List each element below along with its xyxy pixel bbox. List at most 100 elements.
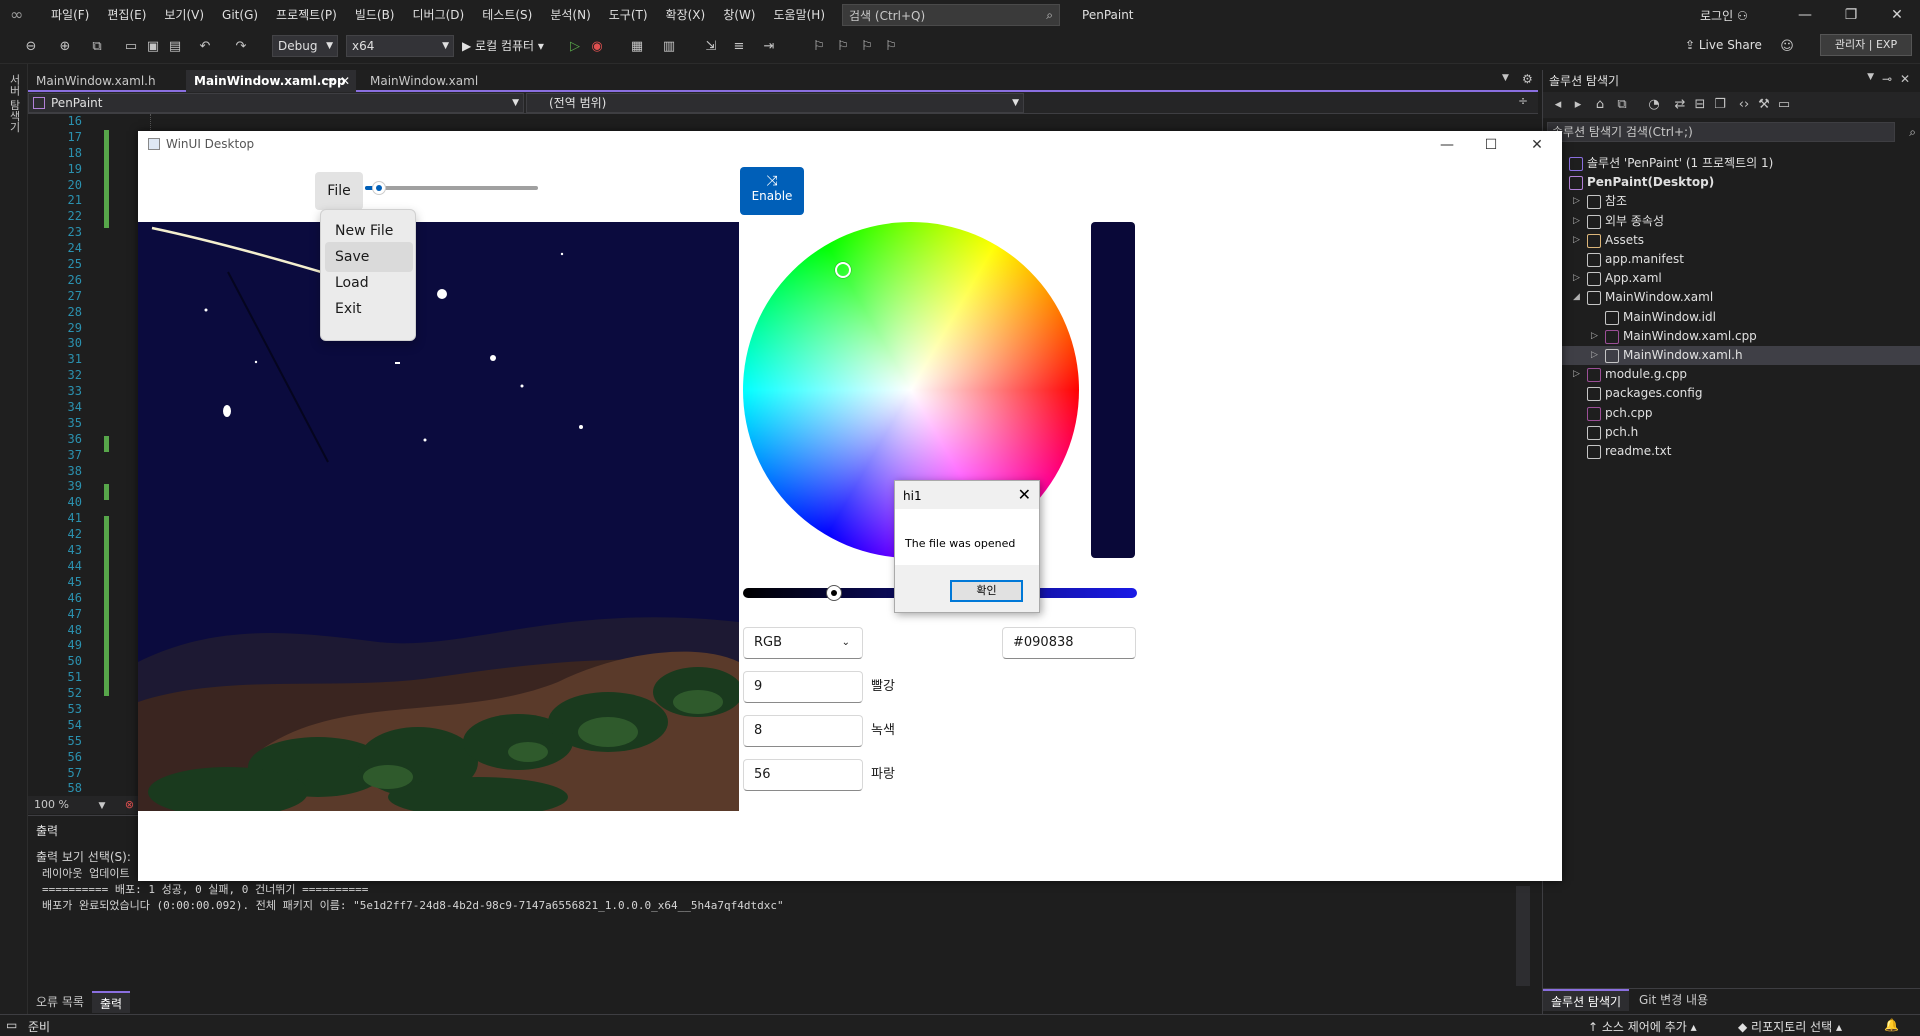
add-to-source-control-button[interactable]: ↑ 소스 제어에 추가 ▴ bbox=[1588, 1018, 1697, 1035]
enable-button[interactable]: ⤨ Enable bbox=[740, 167, 804, 215]
vs-search-box[interactable]: 검색 (Ctrl+Q) ⌕ bbox=[842, 4, 1061, 26]
properties-wrench-icon[interactable]: ⚒ bbox=[1755, 96, 1773, 114]
bookmark-icon[interactable]: ⚐ bbox=[810, 38, 828, 56]
menu-view[interactable]: 보기(V) bbox=[155, 0, 213, 30]
solution-tree-item[interactable]: pch.cpp bbox=[1543, 404, 1920, 423]
maximize-icon[interactable]: ☐ bbox=[1468, 131, 1514, 159]
tab-git-changes[interactable]: Git 변경 내용 bbox=[1631, 989, 1716, 1011]
menu-analyze[interactable]: 분석(N) bbox=[541, 0, 599, 30]
close-icon[interactable]: ✕ bbox=[340, 70, 350, 92]
minimize-icon[interactable]: — bbox=[1424, 131, 1470, 159]
tab-solution-explorer[interactable]: 솔루션 탐색기 bbox=[1543, 989, 1630, 1011]
menu-git[interactable]: Git(G) bbox=[213, 0, 267, 30]
menu-window[interactable]: 창(W) bbox=[714, 0, 764, 30]
expand-arrow-icon[interactable]: ◢ bbox=[1573, 288, 1583, 307]
browser-link-icon[interactable]: ▦ bbox=[628, 38, 646, 56]
solution-tree-item[interactable]: ▷ module.g.cpp bbox=[1543, 365, 1920, 384]
tab-output[interactable]: 출력 bbox=[92, 991, 131, 1013]
close-icon[interactable]: ✕ bbox=[1018, 485, 1031, 504]
close-icon[interactable]: ✕ bbox=[1874, 0, 1920, 30]
search-icon[interactable]: ⌕ bbox=[1909, 123, 1916, 141]
solution-tree-item[interactable]: ▷ MainWindow.xaml.cpp bbox=[1543, 327, 1920, 346]
platform-select[interactable]: x64 ▼ bbox=[346, 35, 454, 57]
brush-size-thumb[interactable] bbox=[372, 181, 386, 195]
expand-arrow-icon[interactable]: ▷ bbox=[1573, 365, 1583, 384]
login-link[interactable]: 로그인 ⚇ bbox=[1700, 7, 1748, 24]
layout-icon[interactable]: ▥ bbox=[660, 38, 678, 56]
expand-arrow-icon[interactable]: ▷ bbox=[1573, 212, 1583, 231]
expand-arrow-icon[interactable]: ▷ bbox=[1591, 327, 1601, 346]
start-without-debug-icon[interactable]: ▷ bbox=[566, 38, 584, 56]
new-project-icon[interactable]: ⧉ bbox=[88, 38, 106, 56]
feedback-icon[interactable]: ☺ bbox=[1778, 38, 1796, 56]
brush-size-slider[interactable] bbox=[365, 186, 538, 190]
tab-mainwindow-xaml-h[interactable]: MainWindow.xaml.h bbox=[28, 70, 164, 92]
preview-icon[interactable]: ▭ bbox=[1775, 96, 1793, 114]
show-all-files-icon[interactable]: ❐ bbox=[1711, 96, 1729, 114]
code-view-icon[interactable]: ‹› bbox=[1735, 96, 1753, 114]
solution-tree-item[interactable]: ◢ MainWindow.xaml bbox=[1543, 288, 1920, 307]
undo-icon[interactable]: ↶ bbox=[196, 38, 214, 56]
solution-tree-item[interactable]: packages.config bbox=[1543, 384, 1920, 403]
hex-input[interactable]: #090838 bbox=[1002, 627, 1136, 659]
solution-tree-item[interactable]: 솔루션 'PenPaint' (1 프로젝트의 1) bbox=[1543, 154, 1920, 173]
file-menu-button[interactable]: File bbox=[315, 172, 363, 210]
tab-dropdown-icon[interactable]: ▼ bbox=[1502, 73, 1509, 83]
split-icon[interactable]: ÷ bbox=[1518, 94, 1528, 108]
solution-search-input[interactable]: 솔루션 탐색기 검색(Ctrl+;) ⌕ bbox=[1547, 122, 1916, 142]
forward-icon[interactable]: ⊕ bbox=[56, 38, 74, 56]
back-icon[interactable]: ⊖ bbox=[22, 38, 40, 56]
home-icon[interactable]: ⌂ bbox=[1591, 96, 1609, 114]
green-input[interactable]: 8 bbox=[743, 715, 863, 747]
drawing-canvas[interactable] bbox=[138, 222, 739, 811]
solution-tree-item[interactable]: PenPaint(Desktop) bbox=[1543, 173, 1920, 192]
close-icon[interactable]: ✕ bbox=[1514, 131, 1560, 159]
output-scrollbar[interactable] bbox=[1516, 886, 1530, 986]
menu-tools[interactable]: 도구(T) bbox=[600, 0, 657, 30]
expand-arrow-icon[interactable]: ▷ bbox=[1573, 231, 1583, 250]
solution-tree-item[interactable]: ▷ Assets bbox=[1543, 231, 1920, 250]
expand-arrow-icon[interactable]: ▷ bbox=[1591, 346, 1601, 365]
solution-tree-item[interactable]: readme.txt bbox=[1543, 442, 1920, 461]
menu-edit[interactable]: 편집(E) bbox=[98, 0, 155, 30]
solution-tree-item[interactable]: ▷ 외부 종속성 bbox=[1543, 212, 1920, 231]
run-local-machine-button[interactable]: ▶ 로컬 컴퓨터 ▾ bbox=[462, 35, 544, 57]
save-icon[interactable]: ▣ bbox=[144, 38, 162, 56]
select-repository-button[interactable]: ◆ 리포지토리 선택 ▴ bbox=[1738, 1018, 1842, 1035]
notifications-icon[interactable]: 🔔 bbox=[1884, 1018, 1899, 1032]
pin-icon[interactable]: ⊸ bbox=[326, 70, 334, 92]
configuration-select[interactable]: Debug ▼ bbox=[272, 35, 338, 57]
tab-mainwindow-xaml-cpp[interactable]: MainWindow.xaml.cpp ⊸ ✕ bbox=[186, 70, 356, 92]
menu-file[interactable]: 파일(F) bbox=[42, 0, 98, 30]
tab-mainwindow-xaml[interactable]: MainWindow.xaml bbox=[362, 70, 486, 92]
solution-tree-item[interactable]: pch.h bbox=[1543, 423, 1920, 442]
chevron-down-icon[interactable]: ▼ bbox=[1867, 72, 1874, 82]
pin-icon[interactable]: ⊸ bbox=[1882, 72, 1892, 86]
redo-icon[interactable]: ↷ bbox=[232, 38, 250, 56]
solution-tree-item[interactable]: ▷ 참조 bbox=[1543, 192, 1920, 211]
sync-icon[interactable]: ⇄ bbox=[1671, 96, 1689, 114]
tab-error-list[interactable]: 오류 목록 bbox=[28, 991, 92, 1013]
solution-tree-item[interactable]: ▷ MainWindow.xaml.h bbox=[1543, 346, 1920, 365]
save-all-icon[interactable]: ▤ bbox=[166, 38, 184, 56]
forward-icon[interactable]: ▸ bbox=[1569, 96, 1587, 114]
blue-input[interactable]: 56 bbox=[743, 759, 863, 791]
menu-project[interactable]: 프로젝트(P) bbox=[267, 0, 346, 30]
menu-build[interactable]: 빌드(B) bbox=[346, 0, 404, 30]
expand-arrow-icon[interactable]: ▷ bbox=[1573, 269, 1583, 288]
value-slider-thumb[interactable] bbox=[826, 585, 842, 601]
format-icon[interactable]: ≡ bbox=[730, 38, 748, 56]
menu-help[interactable]: 도움말(H) bbox=[765, 0, 835, 30]
editor-zoom[interactable]: 100 % ▼ ⊗ bbox=[28, 796, 138, 814]
color-mode-select[interactable]: RGB ⌄ bbox=[743, 627, 863, 659]
menu-extensions[interactable]: 확장(X) bbox=[657, 0, 715, 30]
menu-test[interactable]: 테스트(S) bbox=[473, 0, 541, 30]
switch-views-icon[interactable]: ⧉ bbox=[1613, 96, 1631, 114]
red-input[interactable]: 9 bbox=[743, 671, 863, 703]
project-select[interactable]: PenPaint ▼ bbox=[28, 93, 524, 113]
menu-item-exit[interactable]: Exit bbox=[325, 294, 413, 324]
open-folder-icon[interactable]: ▭ bbox=[122, 38, 140, 56]
live-share-button[interactable]: ⇪ Live Share bbox=[1685, 38, 1762, 52]
scope-select[interactable]: (전역 범위) ▼ bbox=[526, 93, 1024, 113]
solution-tree-item[interactable]: MainWindow.idl bbox=[1543, 308, 1920, 327]
